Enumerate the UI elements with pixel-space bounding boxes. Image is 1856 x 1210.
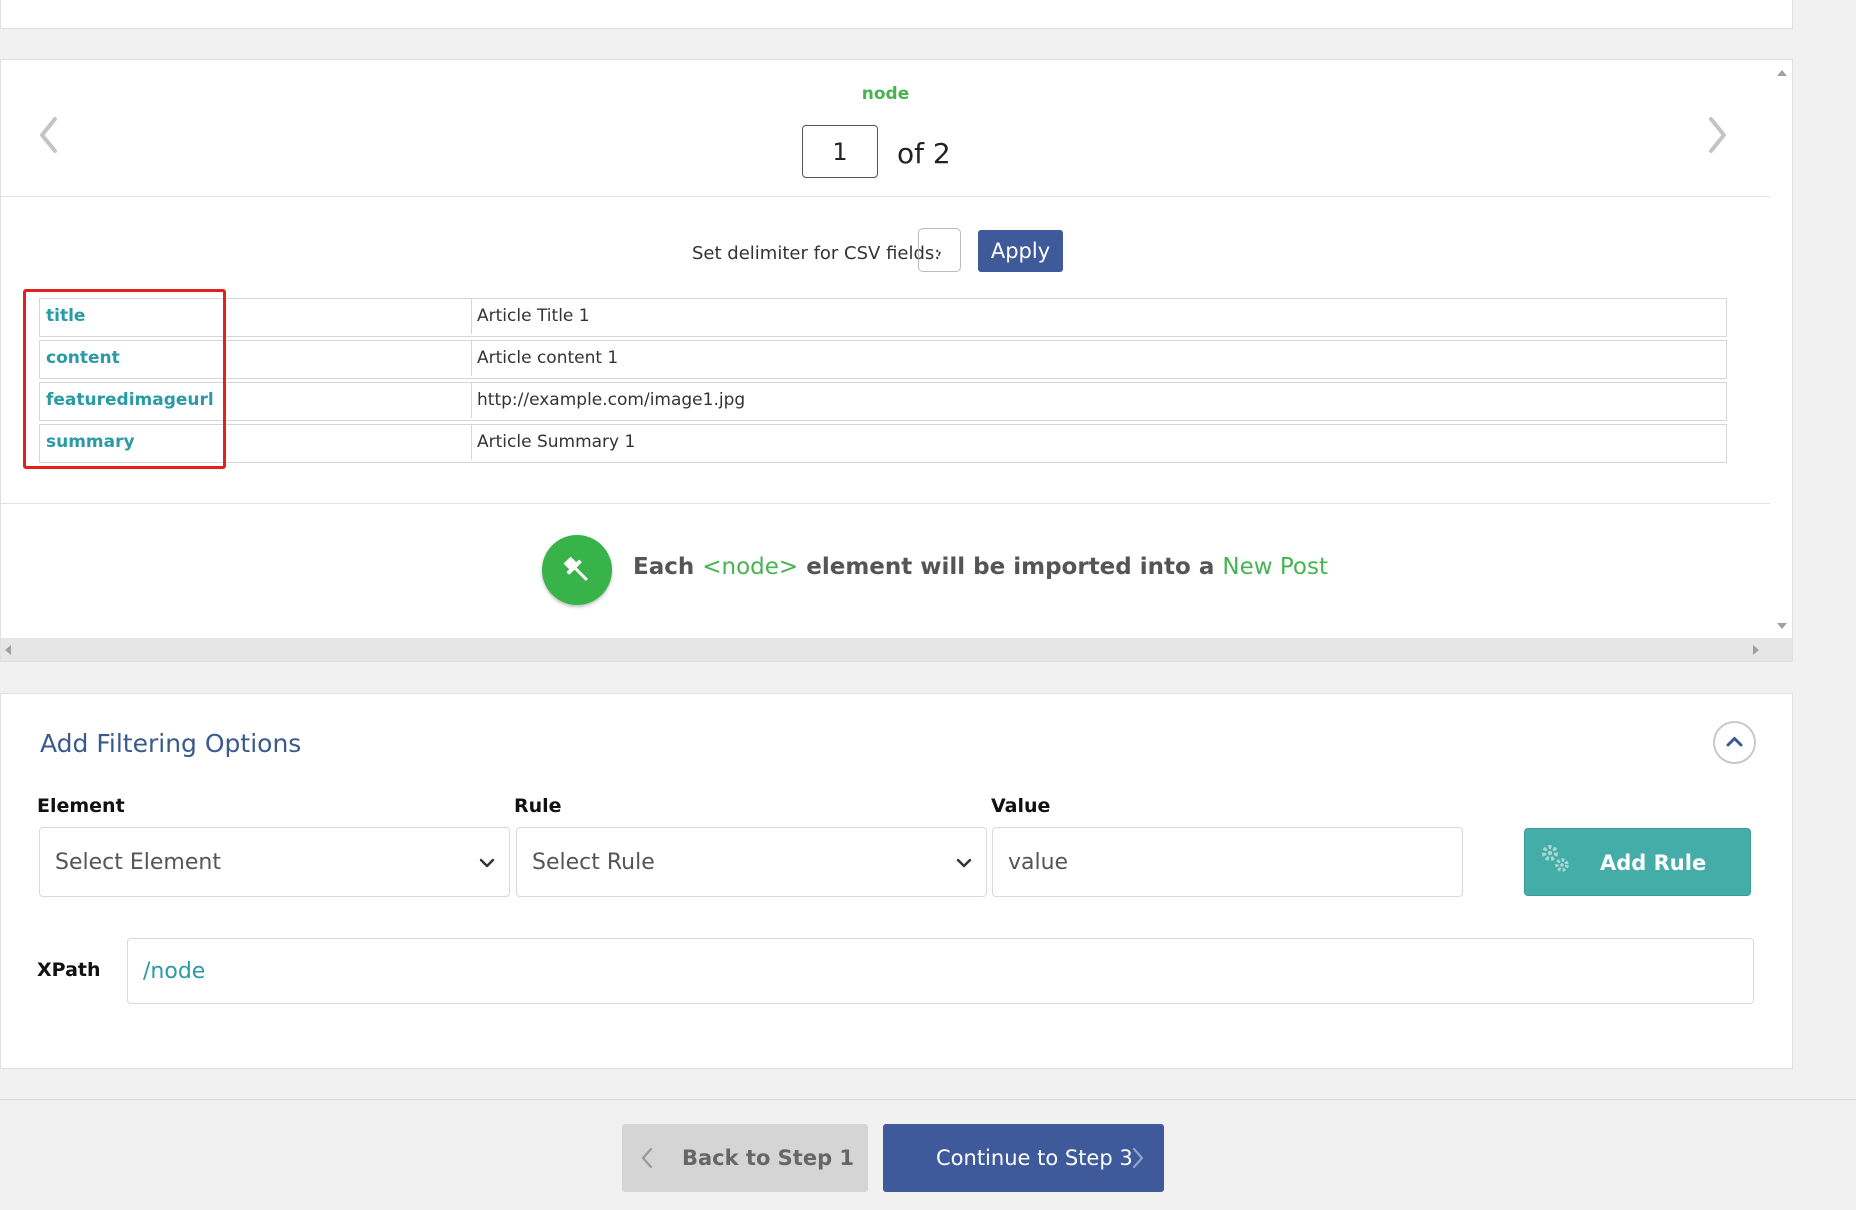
import-message: Each <node> element will be imported int… bbox=[633, 554, 1328, 580]
rule-label: Rule bbox=[514, 795, 562, 817]
value-label: Value bbox=[991, 795, 1051, 817]
fields-table: title Article Title 1 content Article co… bbox=[39, 298, 1727, 466]
element-label: Element bbox=[37, 795, 125, 817]
element-select[interactable]: Select Element bbox=[39, 827, 510, 897]
divider bbox=[1, 503, 1770, 504]
scroll-up-icon[interactable] bbox=[1777, 70, 1787, 76]
continue-label: Continue to Step 3 bbox=[936, 1146, 1133, 1170]
value-placeholder: value bbox=[1008, 850, 1069, 875]
page-total: of 2 bbox=[897, 137, 951, 170]
vertical-scrollbar[interactable] bbox=[1770, 60, 1792, 638]
chevron-left-icon bbox=[641, 1147, 653, 1169]
rule-select[interactable]: Select Rule bbox=[516, 827, 987, 897]
scroll-left-icon[interactable] bbox=[5, 645, 11, 655]
node-tag: <node> bbox=[702, 554, 799, 580]
gears-icon bbox=[1542, 845, 1569, 872]
pushpin-icon bbox=[542, 535, 612, 605]
table-row: content Article content 1 bbox=[39, 340, 1727, 379]
column-divider bbox=[471, 425, 472, 460]
column-divider bbox=[471, 299, 472, 334]
page-number-input[interactable]: 1 bbox=[802, 125, 878, 178]
collapse-button[interactable] bbox=[1713, 721, 1756, 764]
delimiter-input[interactable]: , bbox=[918, 228, 961, 272]
value-input[interactable]: value bbox=[992, 827, 1463, 897]
divider bbox=[0, 1099, 1856, 1100]
field-value: Article content 1 bbox=[477, 348, 619, 368]
filter-title: Add Filtering Options bbox=[40, 729, 302, 758]
chevron-down-icon bbox=[479, 858, 495, 868]
xpath-label: XPath bbox=[37, 959, 101, 981]
rule-select-value: Select Rule bbox=[532, 850, 655, 875]
element-select-value: Select Element bbox=[55, 850, 221, 875]
table-row: summary Article Summary 1 bbox=[39, 424, 1727, 463]
chevron-down-icon bbox=[956, 858, 972, 868]
column-divider bbox=[471, 383, 472, 418]
column-divider bbox=[471, 341, 472, 376]
preview-panel: node 1 of 2 Set delimiter for CSV fields… bbox=[0, 59, 1793, 662]
add-rule-button[interactable]: Add Rule bbox=[1524, 828, 1751, 896]
import-middle: element will be imported into a bbox=[806, 554, 1215, 580]
chevron-left-icon[interactable] bbox=[37, 115, 61, 155]
xpath-value: /node bbox=[143, 959, 206, 984]
back-button[interactable]: Back to Step 1 bbox=[622, 1124, 868, 1192]
xpath-input[interactable]: /node bbox=[127, 938, 1754, 1004]
highlight-annotation bbox=[23, 289, 226, 469]
node-navigation: node 1 of 2 bbox=[1, 60, 1770, 197]
horizontal-scrollbar[interactable] bbox=[1, 638, 1792, 661]
chevron-right-icon bbox=[1132, 1147, 1144, 1169]
field-value: Article Title 1 bbox=[477, 306, 590, 326]
top-card bbox=[0, 0, 1793, 29]
filter-panel: Add Filtering Options Element Rule Value… bbox=[0, 693, 1793, 1069]
continue-button[interactable]: Continue to Step 3 bbox=[883, 1124, 1164, 1192]
field-value: http://example.com/image1.jpg bbox=[477, 390, 746, 410]
scroll-down-icon[interactable] bbox=[1777, 623, 1787, 629]
scroll-right-icon[interactable] bbox=[1753, 645, 1759, 655]
node-label: node bbox=[861, 84, 910, 104]
table-row: featuredimageurl http://example.com/imag… bbox=[39, 382, 1727, 421]
delimiter-label: Set delimiter for CSV fields: bbox=[692, 243, 941, 264]
apply-button[interactable]: Apply bbox=[978, 230, 1063, 272]
chevron-up-icon bbox=[1726, 737, 1743, 747]
back-label: Back to Step 1 bbox=[682, 1146, 855, 1170]
table-row: title Article Title 1 bbox=[39, 298, 1727, 337]
post-type: New Post bbox=[1222, 554, 1328, 580]
field-value: Article Summary 1 bbox=[477, 432, 636, 452]
import-prefix: Each bbox=[633, 554, 695, 580]
chevron-right-icon[interactable] bbox=[1705, 115, 1729, 155]
add-rule-label: Add Rule bbox=[1600, 851, 1707, 875]
